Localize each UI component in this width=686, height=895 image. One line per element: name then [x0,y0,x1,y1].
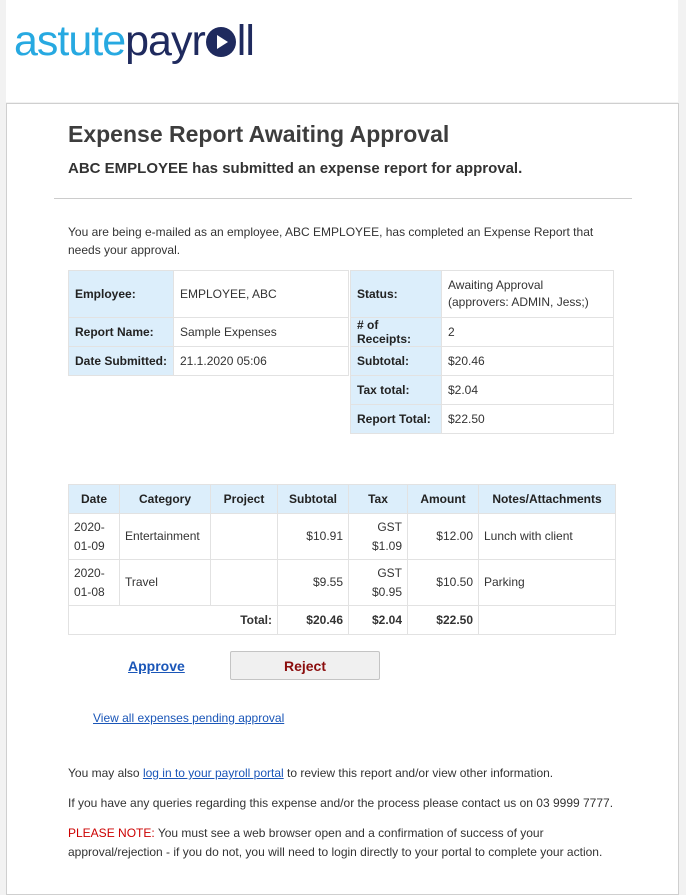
row-date: 2020-01-09 [68,513,120,560]
receipts-value: 2 [441,317,614,347]
row-amount: $12.00 [407,513,479,560]
subtotal-label: Subtotal: [350,346,442,376]
row-tax-type: GST [377,519,402,534]
logo-text-astute: astute [14,17,126,65]
reject-button[interactable]: Reject [230,651,380,680]
report-info-table: Employee: EMPLOYEE, ABC Report Name: Sam… [68,270,349,376]
report-total-value: $22.50 [441,404,614,434]
date-submitted-value: 21.1.2020 05:06 [173,346,349,376]
row-category: Travel [119,559,211,606]
intro-text: You are being e-mailed as an employee, A… [68,225,594,257]
total-amount: $22.50 [407,605,479,635]
row-subtotal: $9.55 [277,559,349,606]
row-tax-type: GST [377,565,402,580]
expense-items-table: Date Category Project Subtotal Tax Amoun… [68,484,616,635]
please-note-label: PLEASE NOTE: [68,826,155,840]
play-icon [205,27,236,57]
total-label: Total: [68,605,278,635]
table-total-row: Total: $20.46 $2.04 $22.50 [68,605,616,635]
col-category: Category [119,484,211,514]
table-header-row: Date Category Project Subtotal Tax Amoun… [68,484,616,514]
page-title: Expense Report Awaiting Approval [68,121,450,147]
col-amount: Amount [407,484,479,514]
col-notes: Notes/Attachments [478,484,616,514]
page-subtitle: ABC EMPLOYEE has submitted an expense re… [68,160,523,177]
tax-total-label: Tax total: [350,375,442,405]
employee-label: Employee: [68,270,174,318]
row-date: 2020-01-08 [68,559,120,606]
col-date: Date [68,484,120,514]
logo-text-payr: payr [125,17,206,65]
report-name-label: Report Name: [68,317,174,347]
row-amount: $10.50 [407,559,479,606]
col-tax: Tax [348,484,408,514]
view-all-pending-link[interactable]: View all expenses pending approval [93,711,284,725]
receipts-label: # of Receipts: [350,317,442,347]
divider [54,198,632,199]
date-submitted-label: Date Submitted: [68,346,174,376]
row-notes: Parking [478,559,616,606]
portal-login-text: You may also log in to your payroll port… [68,764,628,783]
col-project: Project [210,484,278,514]
row-notes: Lunch with client [478,513,616,560]
status-label: Status: [350,270,442,318]
total-notes [478,605,616,635]
report-summary-table: Status: Awaiting Approval (approvers: AD… [350,270,614,434]
total-tax: $2.04 [348,605,408,635]
astute-payroll-logo: astutepayr ll [14,16,255,66]
row-category: Entertainment [119,513,211,560]
approve-button[interactable]: Approve [128,658,185,674]
row-project [210,513,278,560]
portal-login-post: to review this report and/or view other … [283,766,554,780]
row-project [210,559,278,606]
total-subtotal: $20.46 [277,605,349,635]
email-body: Expense Report Awaiting Approval ABC EMP… [6,103,679,895]
table-row: 2020-01-09 Entertainment $10.91 GST $1.09… [68,513,616,560]
row-tax-amount: $0.95 [371,584,402,599]
table-row: 2020-01-08 Travel $9.55 GST $0.95 $10.50 … [68,559,616,606]
row-subtotal: $10.91 [277,513,349,560]
subtotal-value: $20.46 [441,346,614,376]
status-value: Awaiting Approval (approvers: ADMIN, Jes… [441,270,614,318]
col-subtotal: Subtotal [277,484,349,514]
row-tax: GST $0.95 [348,559,408,606]
email-header: astutepayr ll [6,0,678,102]
logo-text-ll: ll [236,17,255,65]
row-tax-amount: $1.09 [371,538,402,553]
portal-login-pre: You may also [68,766,143,780]
report-name-value: Sample Expenses [173,317,349,347]
contact-text: If you have any queries regarding this e… [68,796,614,810]
report-total-label: Report Total: [350,404,442,434]
employee-value: EMPLOYEE, ABC [173,270,349,318]
tax-total-value: $2.04 [441,375,614,405]
row-tax: GST $1.09 [348,513,408,560]
please-note-text: PLEASE NOTE: You must see a web browser … [68,824,628,862]
portal-login-link[interactable]: log in to your payroll portal [143,766,284,780]
